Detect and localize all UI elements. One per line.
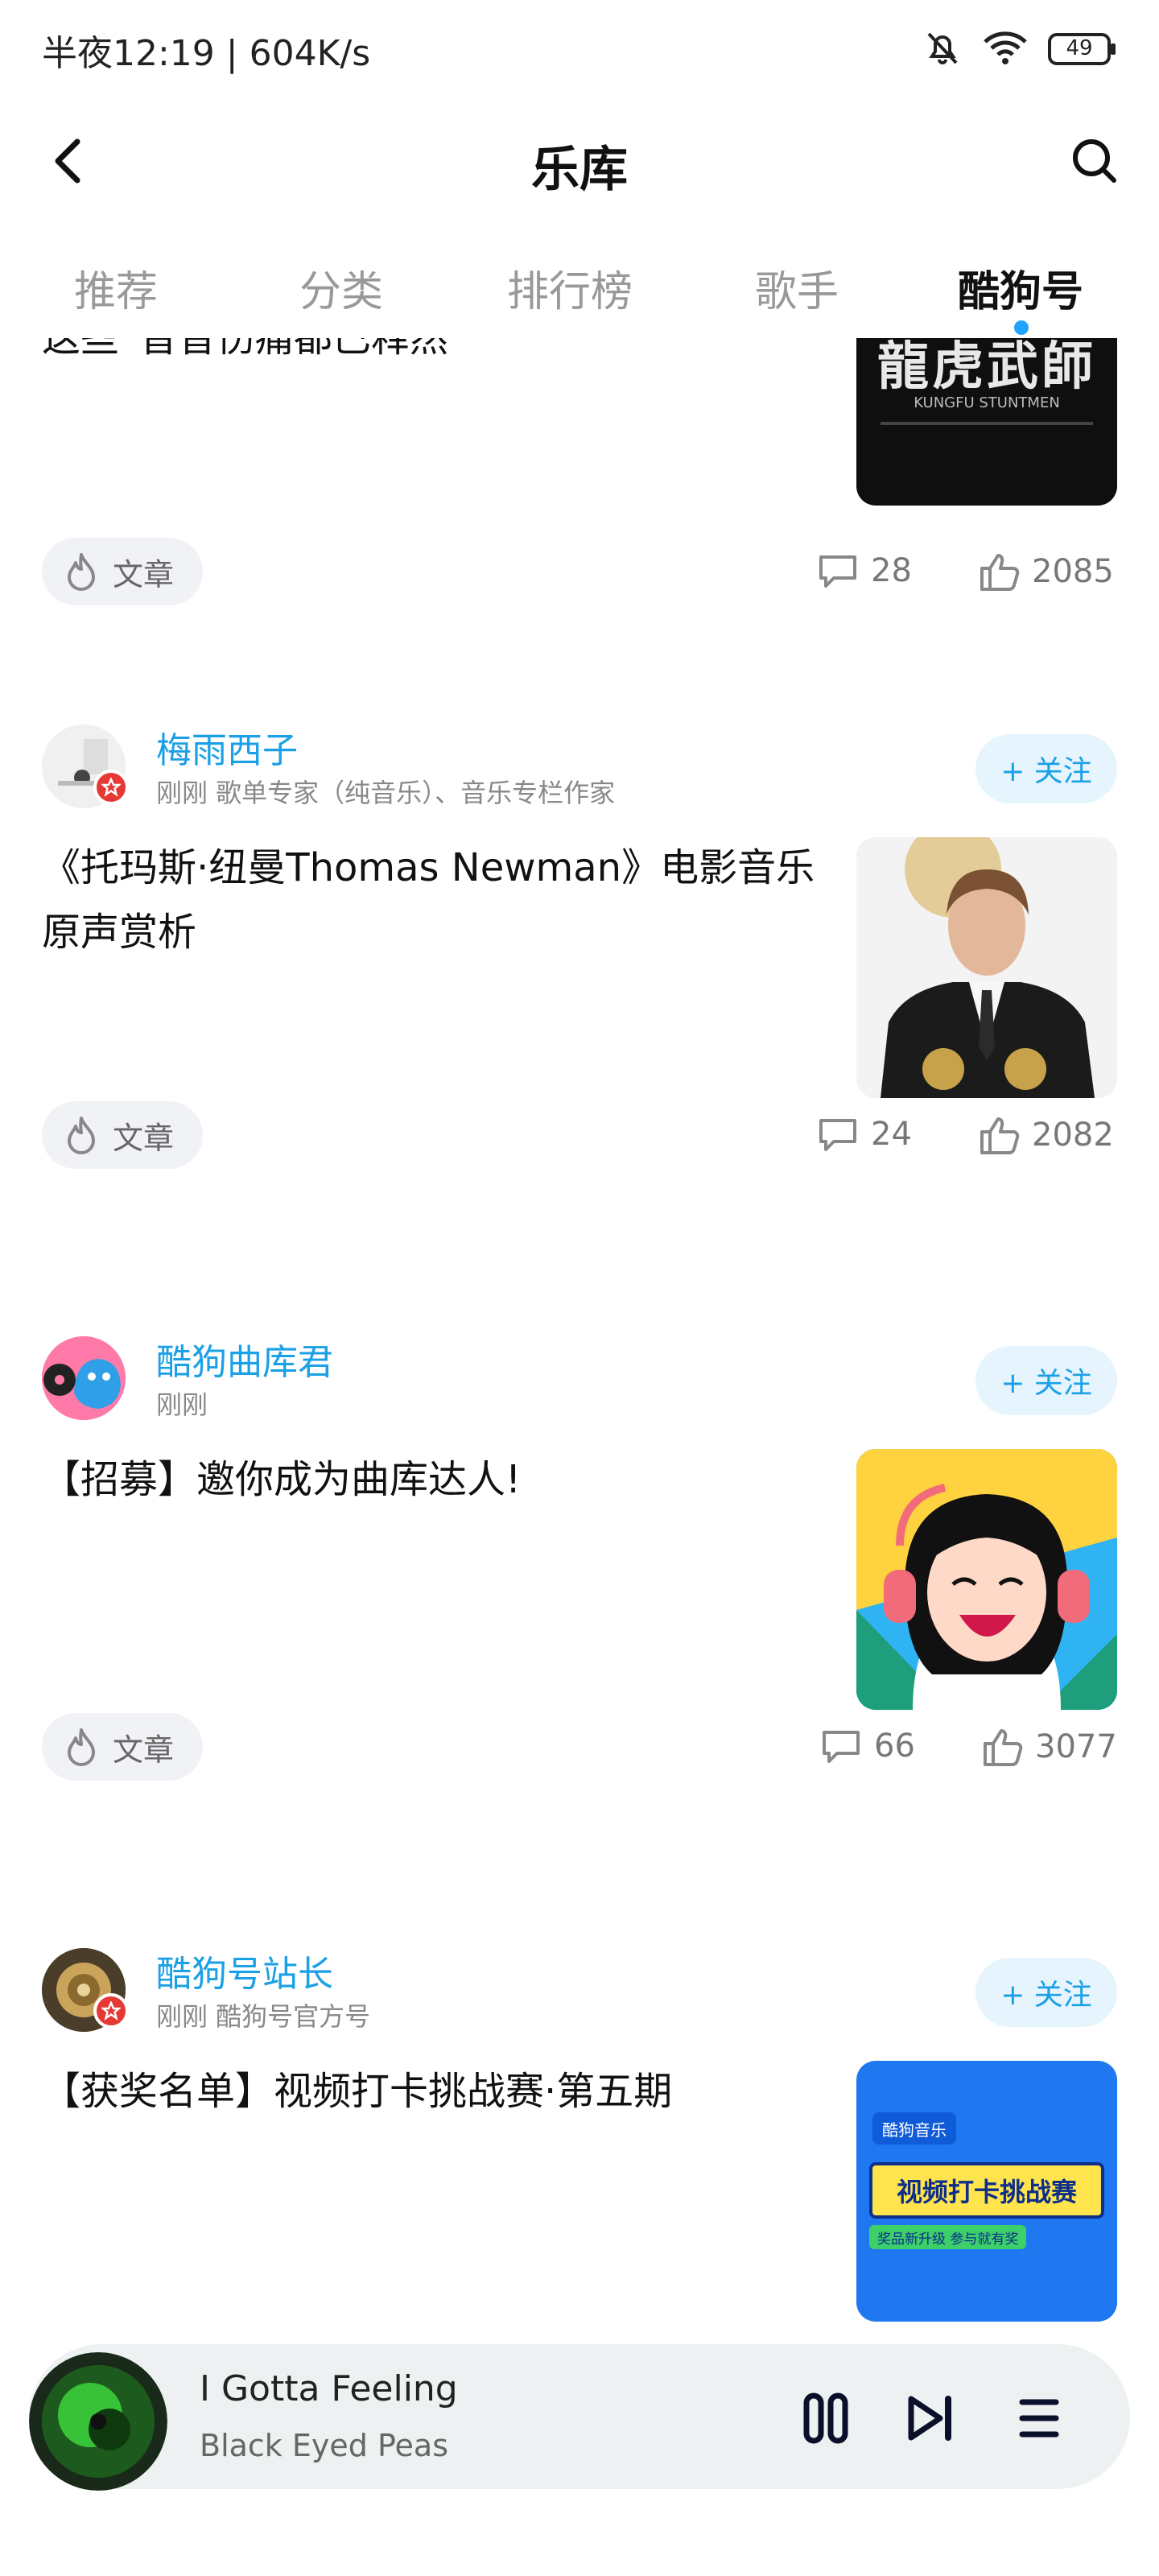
status-icons: 49 xyxy=(922,27,1117,71)
thumbnail-subline: 奖品新升级 参与就有奖 xyxy=(869,2225,1027,2249)
comment-count[interactable]: 24 xyxy=(816,1114,912,1154)
tab-recommend[interactable]: 推荐 xyxy=(74,258,158,318)
article-thumbnail: 酷狗音乐 视频打卡挑战赛 奖品新升级 参与就有奖 xyxy=(856,2061,1117,2322)
comment-icon xyxy=(819,555,856,588)
article-card[interactable]: 这些“音音伤痛都已释然 龍虎武師 KUNGFU STUNTMEN 文章 28 2… xyxy=(0,338,1159,724)
tag-label: 文章 xyxy=(113,556,175,592)
comment-count-value: 24 xyxy=(871,1116,912,1153)
like-count-value: 2082 xyxy=(1032,1117,1114,1154)
thumbs-up-icon xyxy=(984,1729,1023,1766)
like-count-value: 3077 xyxy=(1035,1728,1117,1765)
song-title: I Gotta Feeling xyxy=(200,2368,458,2409)
thumbnail-portrait xyxy=(856,837,1117,1098)
article-thumbnail xyxy=(856,837,1117,1098)
comment-icon xyxy=(819,1119,856,1151)
pause-icon xyxy=(803,2392,848,2444)
thumbnail-divider xyxy=(881,422,1093,425)
comment-count[interactable]: 28 xyxy=(816,551,912,591)
avatar[interactable] xyxy=(42,1336,126,1420)
song-artist: Black Eyed Peas xyxy=(200,2428,448,2463)
author-meta: 刚刚 歌单专家（纯音乐）、音乐专栏作家 xyxy=(156,778,616,808)
wifi-icon xyxy=(982,29,1029,69)
skip-next-icon xyxy=(908,2396,951,2441)
flame-icon xyxy=(68,1728,95,1766)
thumbnail-brand: 酷狗音乐 xyxy=(872,2112,956,2145)
pause-button[interactable] xyxy=(794,2386,858,2450)
tab-bar: 推荐 分类 排行榜 歌手 酷狗号 xyxy=(0,242,1159,338)
thumbs-up-icon xyxy=(980,554,1020,591)
status-bar: 半夜12:19 | 604K/s 49 xyxy=(0,0,1159,97)
follow-button[interactable]: + 关注 xyxy=(975,734,1117,803)
thumbnail-title: 龍虎武師 xyxy=(877,338,1096,397)
battery-level: 49 xyxy=(1066,36,1093,60)
article-tag[interactable]: 文章 xyxy=(42,1713,203,1781)
thumbnail-illustration xyxy=(856,1449,1117,1710)
search-button[interactable] xyxy=(1062,129,1127,193)
article-tag[interactable]: 文章 xyxy=(42,538,203,605)
thumbnail-headline: 视频打卡挑战赛 xyxy=(869,2162,1104,2219)
article-thumbnail: 龍虎武師 KUNGFU STUNTMEN xyxy=(856,338,1117,506)
author-meta: 刚刚 酷狗号官方号 xyxy=(156,2001,371,2032)
album-art[interactable] xyxy=(29,2352,167,2491)
article-title: 【招募】邀你成为曲库达人! xyxy=(42,1457,522,1502)
tab-singers[interactable]: 歌手 xyxy=(755,258,839,318)
thumbs-up-icon xyxy=(980,1117,1020,1154)
article-card[interactable]: 梅雨西子 刚刚 歌单专家（纯音乐）、音乐专栏作家 + 关注 《托玛斯·纽曼Tho… xyxy=(0,724,1159,1336)
comment-count-value: 28 xyxy=(871,552,912,589)
follow-button[interactable]: + 关注 xyxy=(975,1346,1117,1415)
article-thumbnail xyxy=(856,1449,1117,1710)
article-card[interactable]: 酷狗曲库君 刚刚 + 关注 【招募】邀你成为曲库达人! 文章 66 3077 xyxy=(0,1336,1159,1948)
header: 乐库 xyxy=(0,105,1159,217)
flame-icon xyxy=(68,553,95,591)
tag-label: 文章 xyxy=(113,1732,175,1768)
active-tab-indicator xyxy=(1014,320,1029,335)
like-count[interactable]: 3077 xyxy=(980,1726,1117,1768)
tab-category[interactable]: 分类 xyxy=(299,258,383,318)
like-count[interactable]: 2082 xyxy=(977,1114,1114,1156)
mute-bell-icon xyxy=(922,27,963,71)
tag-label: 文章 xyxy=(113,1120,175,1156)
verified-badge-icon xyxy=(93,770,129,805)
author-meta: 刚刚 xyxy=(156,1389,208,1420)
flame-icon xyxy=(68,1117,95,1154)
mini-player[interactable]: I Gotta Feeling Black Eyed Peas xyxy=(29,2344,1130,2491)
author-name[interactable]: 梅雨西子 xyxy=(156,721,298,773)
status-time: 半夜12:19 | 604K/s xyxy=(42,33,371,74)
author-name[interactable]: 酷狗号站长 xyxy=(156,1945,333,1996)
search-icon xyxy=(1073,139,1116,183)
verified-badge-icon xyxy=(93,1993,129,2029)
follow-button[interactable]: + 关注 xyxy=(975,1958,1117,2027)
tab-charts[interactable]: 排行榜 xyxy=(507,258,633,318)
author-name[interactable]: 酷狗曲库君 xyxy=(156,1333,333,1385)
comment-count-value: 66 xyxy=(874,1728,915,1765)
article-card[interactable]: 酷狗号站长 刚刚 酷狗号官方号 + 关注 【获奖名单】视频打卡挑战赛·第五期 酷… xyxy=(0,1948,1159,2375)
thumbnail-subtitle: KUNGFU STUNTMEN xyxy=(914,394,1060,411)
like-count[interactable]: 2085 xyxy=(977,551,1114,592)
article-tag[interactable]: 文章 xyxy=(42,1101,203,1169)
playlist-icon xyxy=(1019,2399,1059,2438)
comment-icon xyxy=(823,1731,860,1763)
next-button[interactable] xyxy=(898,2386,963,2450)
playlist-button[interactable] xyxy=(1004,2386,1069,2450)
article-title: 《托玛斯·纽曼Thomas Newman》电影音乐原声赏析 xyxy=(42,845,815,955)
like-count-value: 2085 xyxy=(1032,553,1114,590)
feed: 这些“音音伤痛都已释然 龍虎武師 KUNGFU STUNTMEN 文章 28 2… xyxy=(0,338,1159,2375)
article-title: 这些“音音伤痛都已释然 xyxy=(42,338,448,361)
page-title: 乐库 xyxy=(531,142,628,198)
tab-kugou-account[interactable]: 酷狗号 xyxy=(958,258,1083,318)
battery-icon: 49 xyxy=(1048,32,1117,66)
article-title: 【获奖名单】视频打卡挑战赛·第五期 xyxy=(42,2069,673,2114)
comment-count[interactable]: 66 xyxy=(819,1726,915,1766)
